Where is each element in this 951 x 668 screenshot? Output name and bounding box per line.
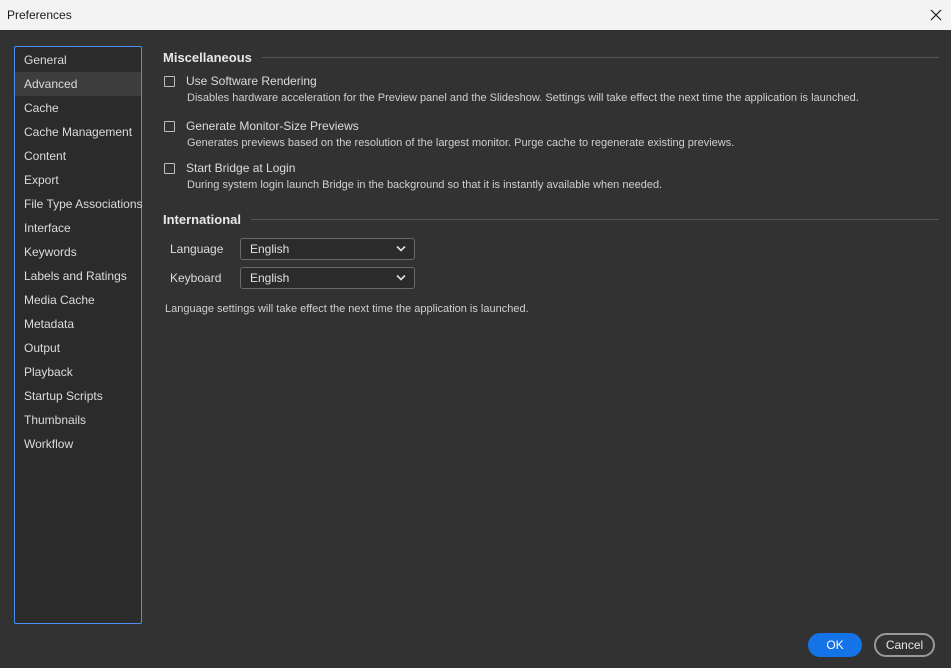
title-bar: Preferences — [0, 0, 951, 30]
preferences-sidebar: General Advanced Cache Cache Management … — [14, 46, 143, 624]
window-title: Preferences — [7, 8, 72, 22]
preferences-dialog: Preferences General Advanced Cache Cache… — [0, 0, 951, 668]
monitor-size-previews-description: Generates previews based on the resoluti… — [187, 137, 735, 149]
sidebar-item-label: Keywords — [24, 245, 77, 259]
sidebar-item-label: Interface — [24, 221, 71, 235]
sidebar-item-keywords[interactable]: Keywords — [15, 240, 141, 264]
sidebar-item-content[interactable]: Content — [15, 144, 141, 168]
sidebar-item-label: Media Cache — [24, 293, 95, 307]
sidebar-item-interface[interactable]: Interface — [15, 216, 141, 240]
sidebar-item-label: Playback — [24, 365, 73, 379]
section-title-international: International — [163, 211, 242, 227]
sidebar-item-label: Thumbnails — [24, 413, 87, 427]
monitor-size-previews-label: Generate Monitor-Size Previews — [186, 119, 359, 133]
start-bridge-description: During system login launch Bridge in the… — [187, 179, 663, 191]
sidebar-item-label: Labels and Ratings — [24, 269, 127, 283]
sidebar-item-startup-scripts[interactable]: Startup Scripts — [15, 384, 141, 408]
start-bridge-checkbox[interactable] — [164, 162, 175, 174]
option-software-rendering: Use Software Rendering Disables hardware… — [164, 72, 939, 106]
keyboard-label: Keyboard — [170, 271, 222, 285]
sidebar-item-label: Workflow — [24, 437, 74, 451]
sidebar-item-label: Cache — [24, 101, 59, 115]
monitor-size-previews-checkbox[interactable] — [164, 120, 175, 132]
sidebar-item-label: Export — [24, 173, 59, 187]
sidebar-item-metadata[interactable]: Metadata — [15, 312, 141, 336]
sidebar-item-label: Startup Scripts — [24, 389, 103, 403]
sidebar-item-workflow[interactable]: Workflow — [15, 432, 141, 456]
language-row: Language English — [170, 237, 939, 261]
software-rendering-description: Disables hardware acceleration for the P… — [187, 92, 859, 104]
sidebar-item-media-cache[interactable]: Media Cache — [15, 288, 141, 312]
sidebar-item-advanced[interactable]: Advanced — [15, 72, 141, 96]
chevron-down-icon — [396, 245, 406, 252]
section-divider — [261, 57, 939, 58]
sidebar-item-label: Metadata — [24, 317, 75, 331]
sidebar-item-cache[interactable]: Cache — [15, 96, 141, 120]
language-value: English — [250, 242, 290, 256]
misc-section-header: Miscellaneous — [163, 48, 939, 66]
sidebar-item-output[interactable]: Output — [15, 336, 141, 360]
sidebar-item-label: General — [24, 53, 67, 67]
sidebar-item-export[interactable]: Export — [15, 168, 141, 192]
sidebar-item-thumbnails[interactable]: Thumbnails — [15, 408, 141, 432]
start-bridge-label: Start Bridge at Login — [186, 161, 296, 175]
sidebar-item-label: Cache Management — [24, 125, 133, 139]
sidebar-item-label: Output — [24, 341, 61, 355]
keyboard-value: English — [250, 271, 290, 285]
sidebar-item-general[interactable]: General — [15, 48, 141, 72]
ok-button[interactable]: OK — [808, 633, 862, 657]
cancel-button[interactable]: Cancel — [874, 633, 935, 657]
section-divider — [251, 219, 939, 220]
keyboard-dropdown[interactable]: English — [240, 267, 415, 289]
close-button[interactable] — [921, 0, 951, 30]
keyboard-row: Keyboard English — [170, 266, 939, 290]
sidebar-item-file-type-associations[interactable]: File Type Associations — [15, 192, 143, 216]
software-rendering-label: Use Software Rendering — [186, 74, 317, 88]
international-section-header: International — [163, 210, 939, 228]
preferences-panel: Miscellaneous Use Software Rendering Dis… — [163, 46, 939, 315]
section-title-miscellaneous: Miscellaneous — [163, 49, 252, 65]
sidebar-item-label: Content — [24, 149, 67, 163]
language-label: Language — [170, 242, 224, 256]
language-dropdown[interactable]: English — [240, 238, 415, 260]
software-rendering-checkbox[interactable] — [164, 75, 175, 87]
sidebar-item-label: Advanced — [24, 77, 78, 91]
sidebar-item-label: File Type Associations — [24, 197, 143, 211]
sidebar-item-cache-management[interactable]: Cache Management — [15, 120, 141, 144]
sidebar-item-playback[interactable]: Playback — [15, 360, 141, 384]
option-monitor-size-previews: Generate Monitor-Size Previews Generates… — [164, 117, 939, 151]
language-settings-note: Language settings will take effect the n… — [165, 303, 529, 315]
close-icon — [930, 9, 942, 21]
option-start-bridge-at-login: Start Bridge at Login During system logi… — [164, 159, 939, 193]
sidebar-item-labels-and-ratings[interactable]: Labels and Ratings — [15, 264, 141, 288]
chevron-down-icon — [396, 274, 406, 281]
